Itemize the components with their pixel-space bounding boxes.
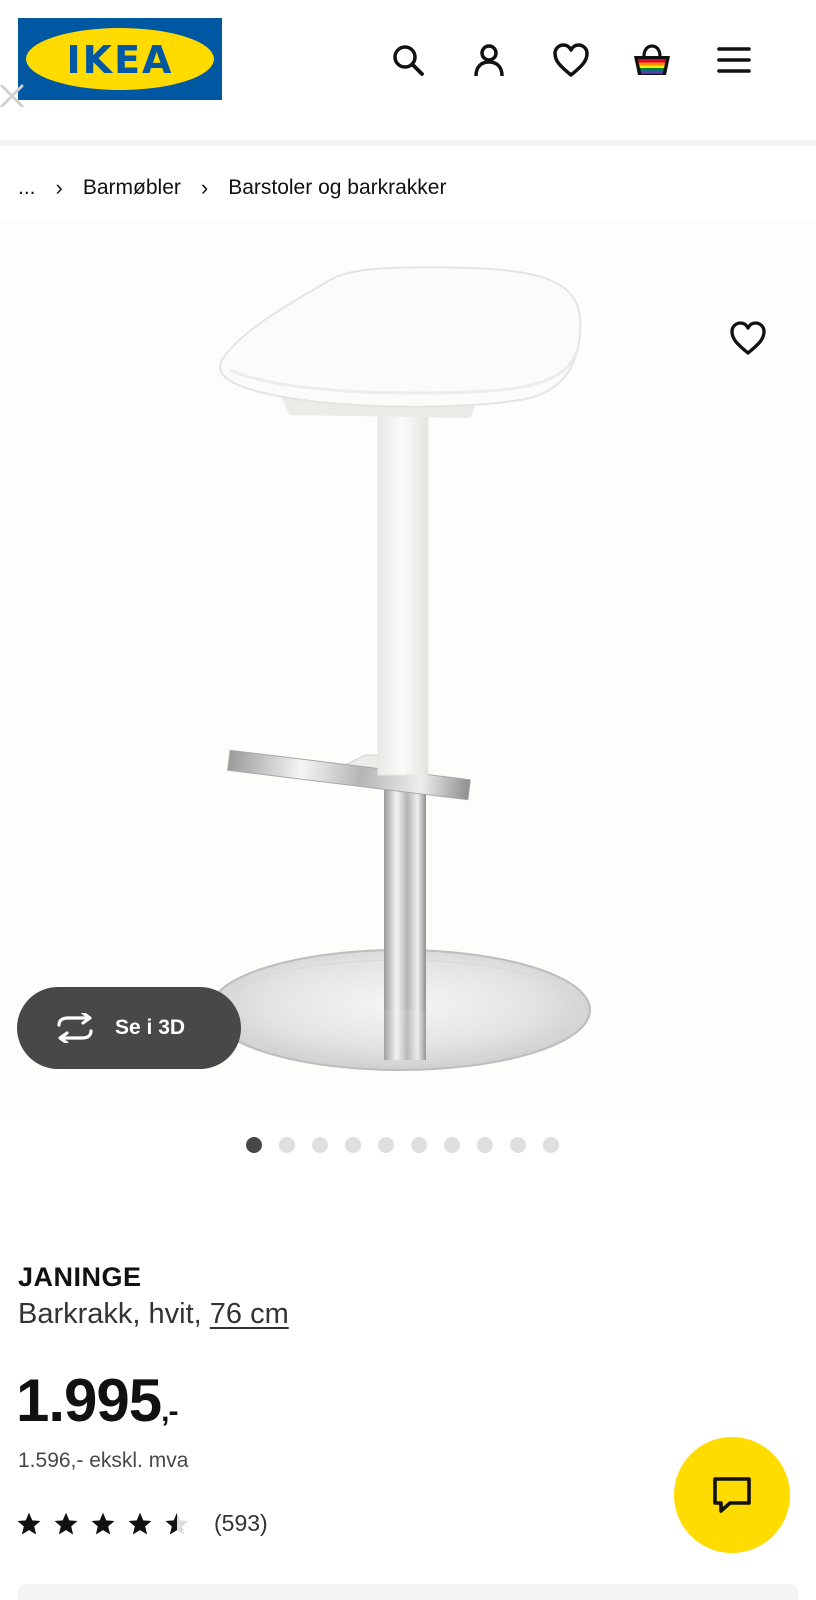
chat-bubble-icon xyxy=(713,1477,751,1513)
header-divider xyxy=(0,140,816,146)
price-value: 1.995 xyxy=(16,1367,162,1434)
breadcrumb-ellipsis[interactable]: ... xyxy=(18,176,36,200)
menu-icon[interactable] xyxy=(712,38,756,82)
breadcrumb: ... › Barmøbler › Barstoler og barkrakke… xyxy=(18,174,446,202)
price-suffix: ,- xyxy=(161,1395,178,1428)
breadcrumb-separator: › xyxy=(55,175,63,200)
star-full-icon xyxy=(128,1512,152,1535)
next-section-edge xyxy=(18,1584,798,1600)
price-excl-vat: 1.596,- ekskl. mva xyxy=(18,1449,189,1472)
heart-icon[interactable] xyxy=(549,38,593,82)
review-count[interactable]: (593) xyxy=(214,1510,268,1537)
star-full-icon xyxy=(91,1512,115,1535)
carousel-dot[interactable] xyxy=(543,1137,559,1153)
carousel-dot[interactable] xyxy=(378,1137,394,1153)
product-name: JANINGE xyxy=(18,1262,142,1292)
view-in-3d-label: Se i 3D xyxy=(115,1016,186,1039)
breadcrumb-item-barstoler[interactable]: Barstoler og barkrakker xyxy=(228,176,446,200)
carousel-dot[interactable] xyxy=(444,1137,460,1153)
breadcrumb-item-barmobler[interactable]: Barmøbler xyxy=(83,176,181,200)
top-header: IKEA ® xyxy=(0,0,816,140)
cart-icon[interactable] xyxy=(630,38,674,82)
rating-stars xyxy=(16,1511,190,1537)
carousel-dot[interactable] xyxy=(246,1137,262,1153)
carousel-dot[interactable] xyxy=(279,1137,295,1153)
chat-button[interactable] xyxy=(674,1437,790,1553)
carousel-dot[interactable] xyxy=(510,1137,526,1153)
star-full-icon xyxy=(54,1512,78,1535)
breadcrumb-separator: › xyxy=(200,175,209,200)
ikea-logo[interactable]: IKEA ® xyxy=(18,18,222,100)
search-icon[interactable] xyxy=(386,38,430,82)
product-type-text: Barkrakk, hvit, xyxy=(18,1298,210,1330)
carousel-dot[interactable] xyxy=(312,1137,328,1153)
user-icon[interactable] xyxy=(467,38,511,82)
carousel-dot[interactable] xyxy=(477,1137,493,1153)
bar-stool-image xyxy=(209,266,591,1071)
add-to-favourites-icon[interactable] xyxy=(724,314,772,362)
star-half-icon xyxy=(165,1512,189,1535)
star-full-icon xyxy=(17,1512,41,1535)
product-size-link[interactable]: 76 cm xyxy=(210,1298,289,1330)
product-image-gallery[interactable] xyxy=(0,220,816,1120)
carousel-dot[interactable] xyxy=(411,1137,427,1153)
close-icon[interactable] xyxy=(0,80,26,112)
product-price: 1.995,- xyxy=(16,1366,179,1435)
product-description: Barkrakk, hvit, 76 cm xyxy=(18,1298,289,1331)
view-in-3d-button[interactable]: Se i 3D xyxy=(17,987,241,1069)
carousel-dot[interactable] xyxy=(345,1137,361,1153)
logo-text: IKEA xyxy=(66,38,174,82)
product-rating[interactable]: (593) xyxy=(16,1510,268,1537)
rotate-arrows-icon xyxy=(57,1013,93,1043)
logo-registered-mark: ® xyxy=(207,40,214,50)
carousel-pagination xyxy=(246,1137,559,1153)
